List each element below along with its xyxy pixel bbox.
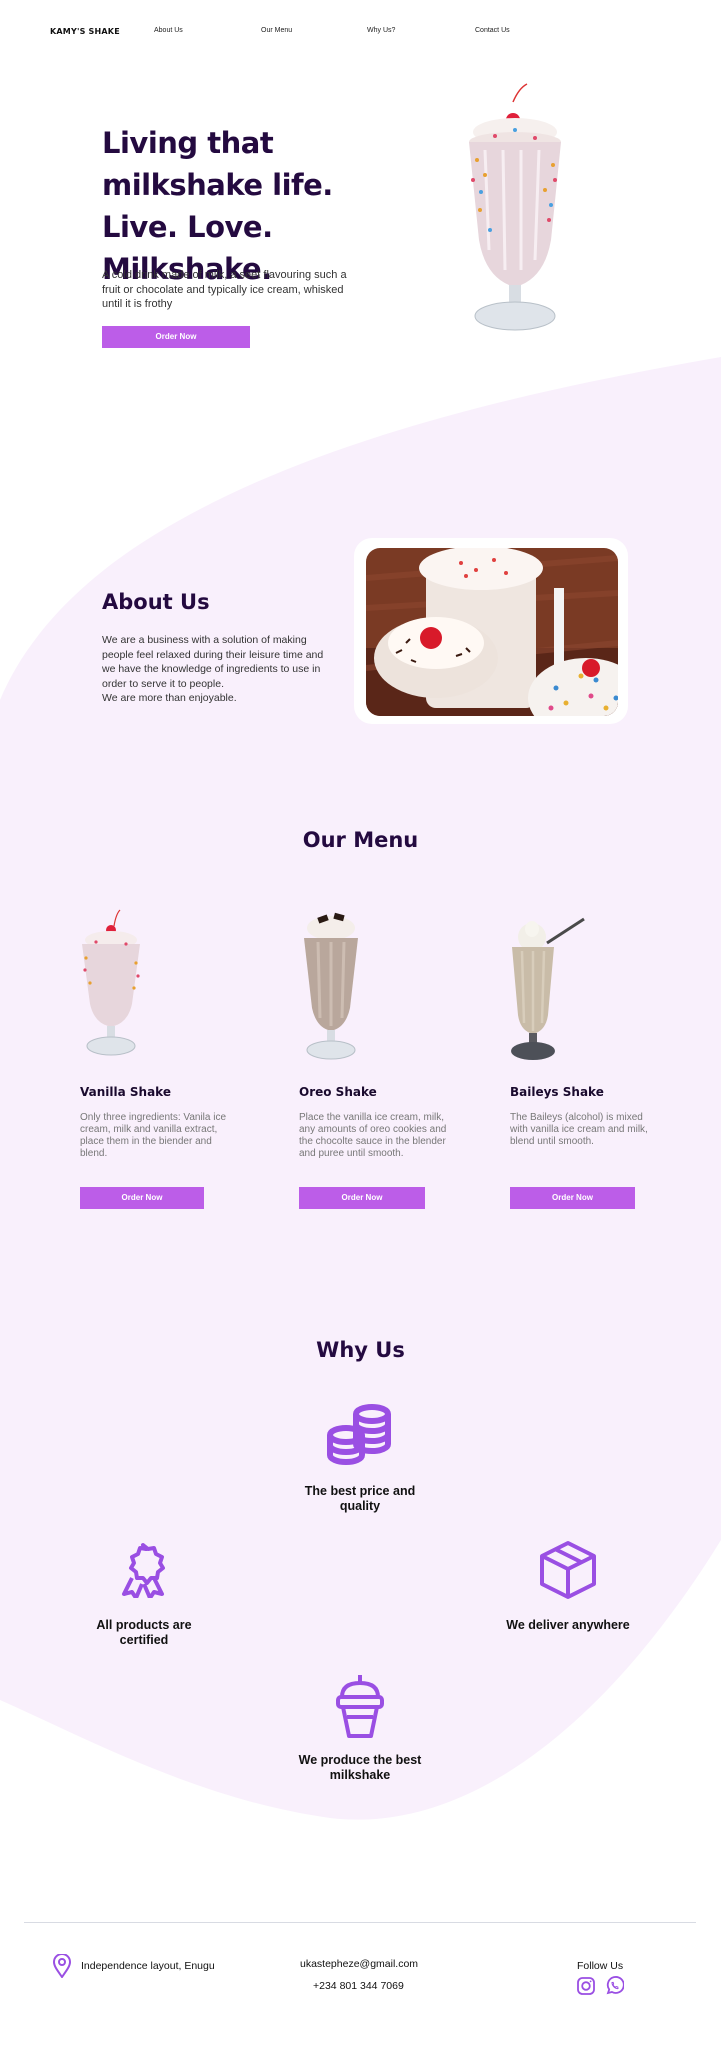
about-image-frame (354, 538, 628, 724)
menu-item-description: The Baileys (alcohol) is mixed with vani… (510, 1112, 648, 1147)
menu-item-description: Only three ingredients: Vanila ice cream… (80, 1112, 227, 1159)
about-description: We are a business with a solution of mak… (102, 634, 324, 704)
milkshake-cup-icon (336, 1675, 384, 1738)
whatsapp-icon[interactable] (605, 1976, 624, 1995)
hero-title: Living that milkshake life. Live. Love. … (102, 126, 333, 286)
why-title: Why Us (316, 1338, 405, 1362)
hero-order-button[interactable]: Order Now (102, 326, 250, 348)
menu-item-name: Baileys Shake (510, 1085, 604, 1099)
award-ribbon-icon (122, 1543, 165, 1598)
brand-logo[interactable]: KAMY'S SHAKE (50, 27, 120, 36)
vanilla-shake-image (82, 909, 140, 1056)
nav-link-about[interactable]: About Us (154, 27, 183, 34)
why-item-label: We deliver anywhere (506, 1618, 630, 1632)
menu-item-name: Vanilla Shake (80, 1085, 171, 1099)
footer-email[interactable]: ukastepheze@gmail.com (300, 1958, 418, 1970)
nav-link-contact[interactable]: Contact Us (475, 27, 510, 34)
why-item-label: The best price and quality (304, 1484, 416, 1513)
hero-milkshake-image (469, 83, 561, 331)
footer-follow-label: Follow Us (577, 1960, 624, 1972)
footer-address: Independence layout, Enugu (81, 1960, 215, 1972)
oreo-shake-image (304, 912, 358, 1060)
baileys-shake-image (511, 917, 585, 1060)
nav-link-why[interactable]: Why Us? (367, 27, 395, 34)
about-milkshakes-image (366, 548, 618, 716)
about-title: About Us (102, 590, 210, 614)
footer-phone[interactable]: +234 801 344 7069 (313, 1980, 404, 1992)
coins-icon (327, 1404, 391, 1466)
nav-link-menu[interactable]: Our Menu (261, 27, 292, 34)
footer-divider (24, 1922, 696, 1923)
box-icon (540, 1541, 596, 1599)
menu-title: Our Menu (302, 828, 419, 852)
baileys-order-button[interactable]: Order Now (510, 1187, 635, 1209)
hero-description: A cold drink made of milk, a seet flavou… (102, 269, 347, 310)
vanilla-order-button[interactable]: Order Now (80, 1187, 204, 1209)
menu-item-name: Oreo Shake (299, 1085, 377, 1099)
location-pin-icon (53, 1954, 71, 1978)
oreo-order-button[interactable]: Order Now (299, 1187, 425, 1209)
menu-item-description: Place the vanilla ice cream, milk, any a… (299, 1112, 447, 1159)
why-item-label: We produce the best milkshake (298, 1753, 422, 1782)
why-item-label: All products are certified (96, 1618, 192, 1647)
instagram-icon[interactable] (577, 1977, 595, 1995)
